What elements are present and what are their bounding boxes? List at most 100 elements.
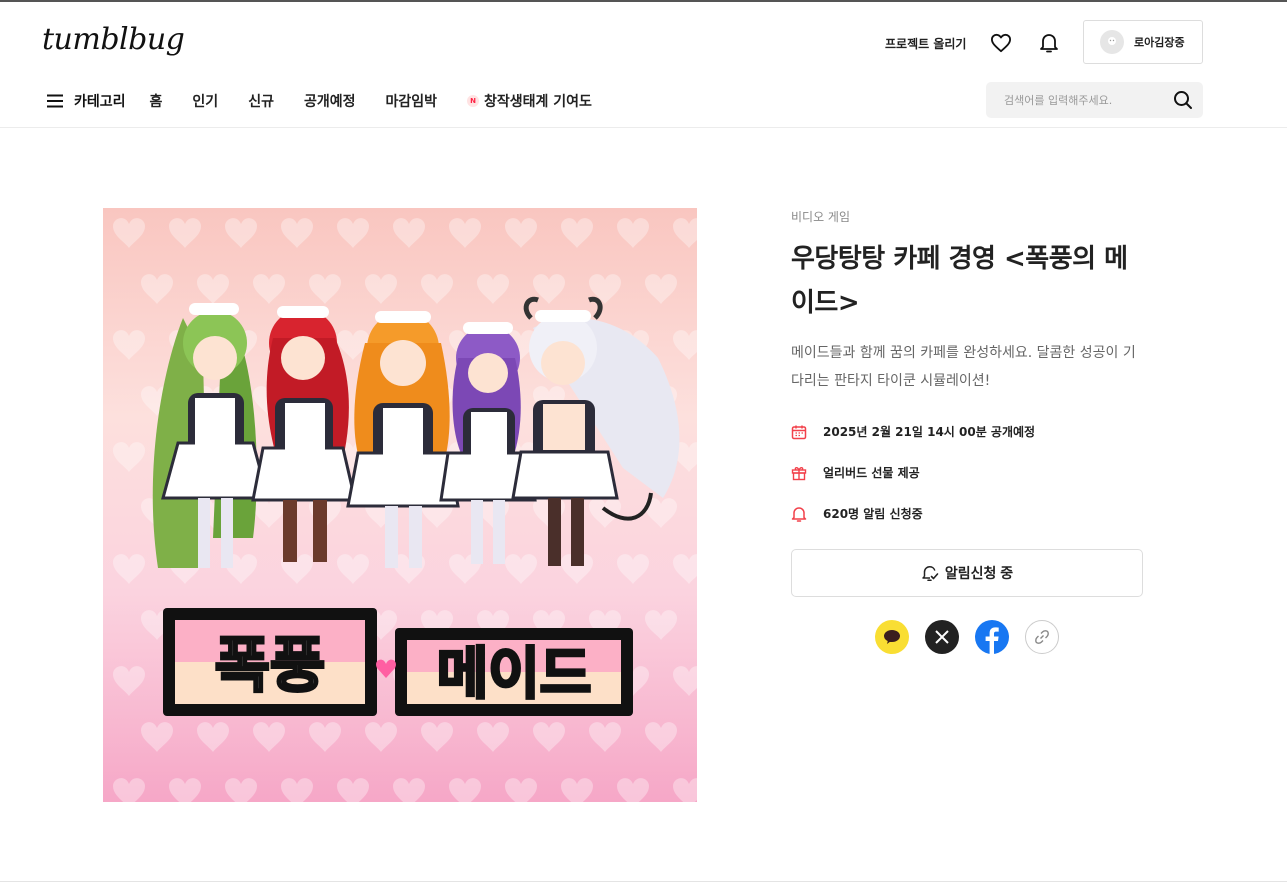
alert-count-text: 620명 알림 신청중: [823, 507, 923, 521]
main-nav: 카테고리 홈 인기 신규 공개예정 마감임박 N 창작생태계 기여도: [46, 90, 622, 112]
heart-pattern-icon: [449, 778, 481, 802]
heart-pattern-icon: [365, 274, 397, 304]
heart-pattern-icon: [365, 722, 397, 752]
heart-pattern-icon: [645, 610, 677, 640]
kakao-icon: [884, 630, 900, 644]
heart-pattern-icon: [505, 218, 537, 248]
share-buttons: [875, 620, 1059, 654]
alert-count-row: 620명 알림 신청중: [791, 493, 1143, 534]
heart-pattern-icon: [113, 330, 145, 360]
heart-icon[interactable]: [989, 31, 1013, 55]
heart-pattern-icon: [673, 218, 697, 248]
project-info: 비디오 게임 우당탕탕 카페 경영 <폭풍의 메이드> 메이드들과 함께 꿈의 …: [791, 208, 1143, 654]
heart-pattern-icon: [393, 778, 425, 802]
heart-pattern-icon: [617, 218, 649, 248]
project-main-image: 폭풍 메이드: [103, 208, 697, 802]
heart-pattern-icon: [645, 722, 677, 752]
heart-pattern-icon: [393, 218, 425, 248]
heart-pattern-icon: [449, 218, 481, 248]
category-menu-label: 카테고리: [74, 94, 126, 110]
heart-pattern-icon: [645, 274, 677, 304]
calendar-icon: [791, 424, 807, 440]
maid-character: [511, 296, 680, 566]
nav-item-ecosystem[interactable]: N 창작생태계 기여도: [467, 91, 592, 111]
bell-check-icon: [922, 566, 939, 581]
heart-pattern-icon: [617, 778, 649, 802]
facebook-share-button[interactable]: [975, 620, 1009, 654]
hamburger-icon: [47, 94, 63, 108]
x-icon: [935, 630, 949, 644]
logo[interactable]: tumblbug: [42, 22, 185, 57]
heart-pattern-icon: [477, 722, 509, 752]
heart-pattern-icon: [169, 218, 201, 248]
title-text-part1: 폭풍: [215, 631, 325, 701]
upload-project-link[interactable]: 프로젝트 올리기: [885, 35, 966, 52]
heart-pattern-icon: [421, 722, 453, 752]
nav-item-closing-soon[interactable]: 마감임박: [385, 91, 437, 111]
site-header: tumblbug 프로젝트 올리기 로아김장중 카테고리 홈 인기 신규 공개예…: [0, 2, 1287, 128]
nav-item-popular[interactable]: 인기: [192, 91, 218, 111]
x-share-button[interactable]: [925, 620, 959, 654]
heart-pattern-icon: [225, 778, 257, 802]
new-badge: N: [467, 95, 480, 107]
profile-button[interactable]: 로아김장중: [1083, 20, 1203, 64]
search-input[interactable]: [1004, 93, 1164, 107]
heart-pattern-icon: [253, 274, 285, 304]
heart-pattern-icon: [673, 778, 697, 802]
heart-pattern-icon: [113, 778, 145, 802]
heart-pattern-icon: [309, 274, 341, 304]
heart-pattern-icon: [589, 498, 621, 528]
nav-item-home[interactable]: 홈: [150, 91, 163, 111]
heart-pattern-icon: [197, 722, 229, 752]
nav-item-ecosystem-label: 창작생태계 기여도: [484, 94, 592, 110]
heart-pattern-icon: [197, 274, 229, 304]
category-menu-button[interactable]: 카테고리: [46, 91, 126, 111]
heart-pattern-icon: [561, 218, 593, 248]
heart-pattern-icon: [225, 218, 257, 248]
heart-pattern-icon: [673, 554, 697, 584]
heart-pattern-icon: [505, 554, 537, 584]
kakao-share-button[interactable]: [875, 620, 909, 654]
heart-pattern-icon: [337, 778, 369, 802]
launch-date-row: 2025년 2월 21일 14시 00분 공개예정: [791, 411, 1143, 452]
heart-pattern-icon: [477, 274, 509, 304]
heart-pattern-icon: [337, 554, 369, 584]
heart-pattern-icon: [141, 722, 173, 752]
heart-pattern-icon: [673, 666, 697, 696]
heart-pattern-icon: [589, 722, 621, 752]
heart-pattern-icon: [337, 218, 369, 248]
heart-pattern-icon: [673, 330, 697, 360]
gift-row: 얼리버드 선물 제공: [791, 452, 1143, 493]
copy-link-button[interactable]: [1025, 620, 1059, 654]
avatar: [1100, 30, 1124, 54]
project-summary: 메이드들과 함께 꿈의 카페를 완성하세요. 달콤한 성공이 기다리는 판타지 …: [791, 345, 1136, 389]
title-text-part2: 메이드: [437, 642, 592, 707]
heart-pattern-icon: [309, 722, 341, 752]
gift-text: 얼리버드 선물 제공: [823, 466, 920, 480]
search-icon[interactable]: [1173, 90, 1193, 110]
heart-pattern-icon: [253, 722, 285, 752]
bell-outline-icon: [791, 506, 807, 522]
gift-icon: [791, 465, 807, 481]
bell-icon[interactable]: [1037, 31, 1061, 55]
heart-pattern-icon: [617, 554, 649, 584]
heart-pattern-icon: [281, 218, 313, 248]
notify-button[interactable]: 알림신청 중: [791, 549, 1143, 597]
maid-character: [346, 311, 460, 568]
notify-button-label: 알림신청 중: [944, 565, 1014, 581]
project-meta: 2025년 2월 21일 14시 00분 공개예정 얼리버드 선물 제공 620…: [791, 411, 1143, 534]
link-icon: [1035, 630, 1049, 644]
heart-pattern-icon: [113, 666, 145, 696]
launch-date-text: 2025년 2월 21일 14시 00분 공개예정: [823, 425, 1036, 439]
nav-item-new[interactable]: 신규: [248, 91, 274, 111]
project-category[interactable]: 비디오 게임: [791, 208, 1143, 225]
heart-pattern-icon: [141, 274, 173, 304]
nav-item-upcoming[interactable]: 공개예정: [304, 91, 356, 111]
heart-pattern-icon: [281, 778, 313, 802]
heart-pattern-icon: [253, 498, 285, 528]
heart-pattern-icon: [505, 778, 537, 802]
project-title: 우당탕탕 카페 경영 <폭풍의 메이드>: [791, 244, 1128, 318]
heart-pattern-icon: [169, 778, 201, 802]
search-bar: [986, 82, 1203, 118]
heart-pattern-icon: [533, 722, 565, 752]
